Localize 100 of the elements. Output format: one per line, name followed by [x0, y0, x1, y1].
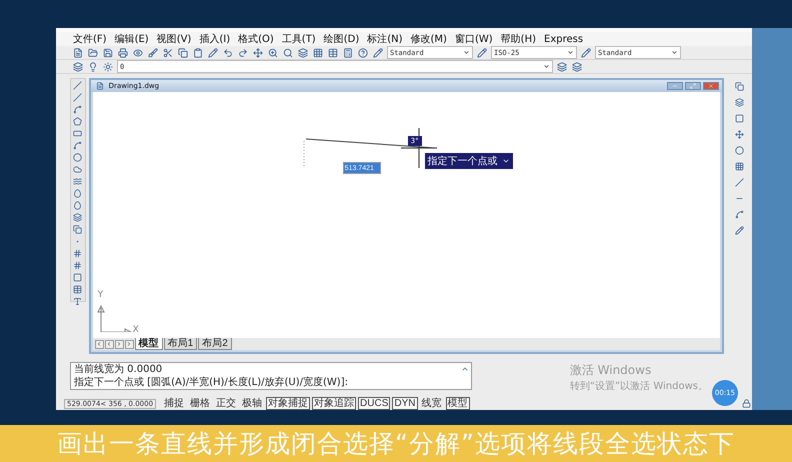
axis-label: X	[132, 325, 139, 335]
ellipse-arc-icon[interactable]	[72, 201, 84, 210]
help-icon[interactable]	[357, 46, 369, 58]
activation-hint: 转到“设置”以激活 Windows。	[570, 380, 708, 393]
arc-icon[interactable]	[72, 141, 84, 150]
pan-icon[interactable]	[252, 46, 264, 58]
line-icon[interactable]	[733, 176, 746, 188]
zoom-in-icon[interactable]	[267, 46, 279, 58]
style-icon[interactable]	[476, 46, 488, 58]
line-icon[interactable]	[72, 81, 84, 90]
square-icon[interactable]	[733, 112, 746, 124]
last-tab-button[interactable]	[124, 340, 134, 348]
status-toggle[interactable]: DUCS	[358, 397, 390, 410]
command-line: 指定下一个点或 [圆弧(A)/半宽(H)/长度(L)/放弃(U)/宽度(W)]:	[73, 376, 349, 389]
hatch-icon[interactable]	[72, 249, 84, 258]
gradient-icon[interactable]	[72, 261, 84, 270]
crosshair-cursor	[400, 128, 438, 168]
status-toggle[interactable]: 对象捕捉	[266, 397, 310, 410]
sun-icon[interactable]	[102, 60, 114, 72]
status-toggle[interactable]: 极轴	[240, 397, 264, 410]
status-toggle[interactable]: 模型	[446, 397, 470, 410]
new-file-icon[interactable]	[72, 46, 84, 58]
maximize-button[interactable]	[684, 82, 701, 90]
layers-icon[interactable]	[733, 96, 746, 108]
cut-icon[interactable]	[162, 46, 174, 58]
layout-tab[interactable]: 布局1	[164, 338, 198, 350]
minimize-icon	[672, 83, 678, 89]
grid-icon[interactable]	[312, 46, 324, 58]
printer-icon[interactable]	[117, 46, 129, 58]
style-icon[interactable]	[580, 46, 592, 58]
ucs-axis-icon	[96, 304, 132, 332]
circle-icon[interactable]	[72, 153, 84, 162]
next-tab-button[interactable]	[114, 340, 124, 348]
layer-tool-icon[interactable]	[571, 60, 583, 72]
prompt-text: 指定下一个点或	[428, 154, 498, 168]
lock-icon[interactable]	[740, 398, 752, 410]
subtitle-text: 画出一条直线并形成闭合选择“分解”选项将线段全选状态下	[57, 428, 735, 460]
polyline-icon[interactable]	[72, 105, 84, 114]
menu-item[interactable]: Express	[541, 34, 586, 44]
redo-icon[interactable]	[237, 46, 249, 58]
text-icon[interactable]	[72, 297, 84, 306]
status-toggle[interactable]: 对象追踪	[312, 397, 356, 410]
copy-icon[interactable]	[177, 46, 189, 58]
spline-icon[interactable]	[72, 177, 84, 186]
line-icon[interactable]	[72, 93, 84, 102]
status-toggle[interactable]: 线宽	[420, 397, 444, 410]
menu-item[interactable]: 标注(N)	[364, 32, 406, 46]
brush-icon[interactable]	[147, 46, 159, 58]
caret-icon	[543, 63, 550, 70]
menu-item[interactable]: 绘图(D)	[320, 32, 362, 46]
first-tab-button[interactable]	[94, 340, 104, 348]
layout-tab[interactable]: 模型	[134, 338, 163, 350]
block-icon[interactable]	[72, 213, 84, 222]
lightbulb-icon[interactable]	[87, 60, 99, 72]
undo-icon[interactable]	[222, 46, 234, 58]
table-icon[interactable]	[72, 285, 84, 294]
close-button[interactable]	[702, 82, 719, 90]
menu-item[interactable]: 工具(T)	[278, 32, 319, 46]
copy-icon[interactable]	[733, 80, 746, 92]
circle-icon[interactable]	[733, 144, 746, 156]
paste-icon[interactable]	[192, 46, 204, 58]
menu-item[interactable]: 格式(O)	[235, 32, 277, 46]
rectangle-icon[interactable]	[72, 129, 84, 138]
pencil-icon[interactable]	[207, 46, 219, 58]
menu-item[interactable]: 插入(I)	[196, 32, 234, 46]
status-toggle[interactable]: DYN	[392, 397, 418, 410]
menu-item[interactable]: 文件(F)	[70, 32, 110, 46]
cloud-icon[interactable]	[72, 165, 84, 174]
status-toggle[interactable]: 捕捉	[162, 397, 186, 410]
layers-icon[interactable]	[297, 46, 309, 58]
previous-tab-button[interactable]	[104, 340, 114, 348]
preview-icon[interactable]	[132, 46, 144, 58]
layout-tab[interactable]: 布局2	[198, 338, 232, 350]
polygon-icon[interactable]	[72, 117, 84, 126]
table-icon[interactable]	[327, 46, 339, 58]
menu-item[interactable]: 修改(M)	[408, 32, 450, 46]
move-icon[interactable]	[733, 128, 746, 140]
menu-item[interactable]: 窗口(W)	[452, 32, 496, 46]
curve-icon[interactable]	[733, 208, 746, 220]
insert-icon[interactable]	[72, 225, 84, 234]
menu-item[interactable]: 视图(V)	[154, 32, 194, 46]
layer-tool-icon[interactable]	[556, 60, 568, 72]
save-icon[interactable]	[102, 46, 114, 58]
activation-title: 激活 Windows	[570, 362, 652, 379]
caret-icon	[463, 49, 470, 56]
folder-icon[interactable]	[87, 46, 99, 58]
close-icon	[708, 83, 714, 89]
grid-icon[interactable]	[733, 160, 746, 172]
style-icon[interactable]	[372, 46, 384, 58]
region-icon[interactable]	[72, 273, 84, 282]
axis-label: Y	[98, 290, 104, 300]
status-toggle[interactable]: 正交	[214, 397, 238, 410]
menu-item[interactable]: 帮助(H)	[498, 32, 539, 46]
search-icon[interactable]	[282, 46, 294, 58]
status-toggle[interactable]: 栅格	[188, 397, 212, 410]
menu-item[interactable]: 编辑(E)	[112, 32, 152, 46]
calculator-icon[interactable]	[342, 46, 354, 58]
caret-icon	[567, 49, 574, 56]
pencil-icon[interactable]	[733, 224, 746, 236]
layers-icon[interactable]	[72, 60, 84, 72]
